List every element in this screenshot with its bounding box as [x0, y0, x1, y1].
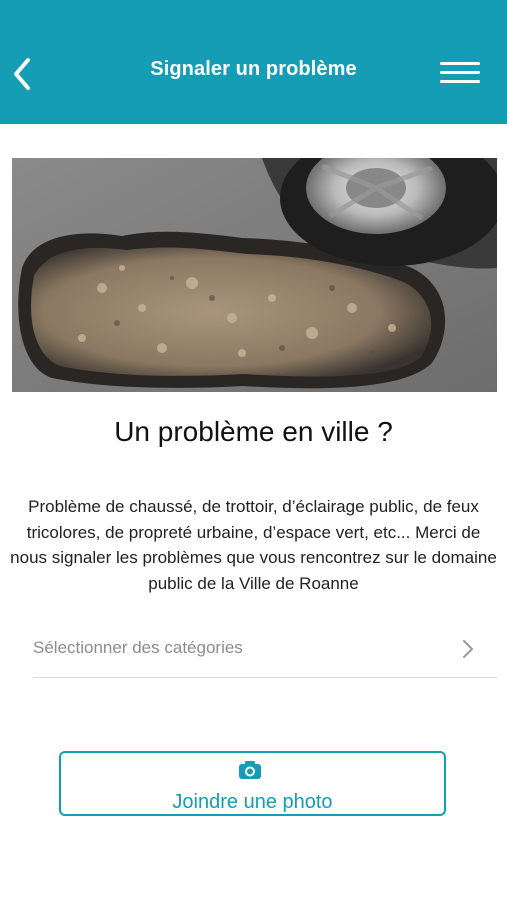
description-text: Problème de chaussé, de trottoir, d’écla… — [10, 497, 497, 593]
hero-image — [12, 158, 497, 392]
category-selector[interactable]: Sélectionner des catégories — [33, 623, 497, 678]
category-placeholder: Sélectionner des catégories — [33, 638, 243, 657]
attach-photo-button[interactable]: Joindre une photo — [59, 751, 446, 816]
page-title: Signaler un problème — [150, 58, 357, 80]
section-heading: Un problème en ville ? — [114, 416, 393, 447]
camera-icon — [239, 761, 261, 779]
chevron-right-icon — [463, 640, 473, 658]
menu-button[interactable] — [440, 62, 480, 90]
hamburger-menu-icon — [440, 62, 480, 83]
pothole-photo — [12, 158, 497, 392]
app-header: Signaler un problème — [0, 0, 507, 124]
attach-photo-label: Joindre une photo — [172, 791, 333, 813]
